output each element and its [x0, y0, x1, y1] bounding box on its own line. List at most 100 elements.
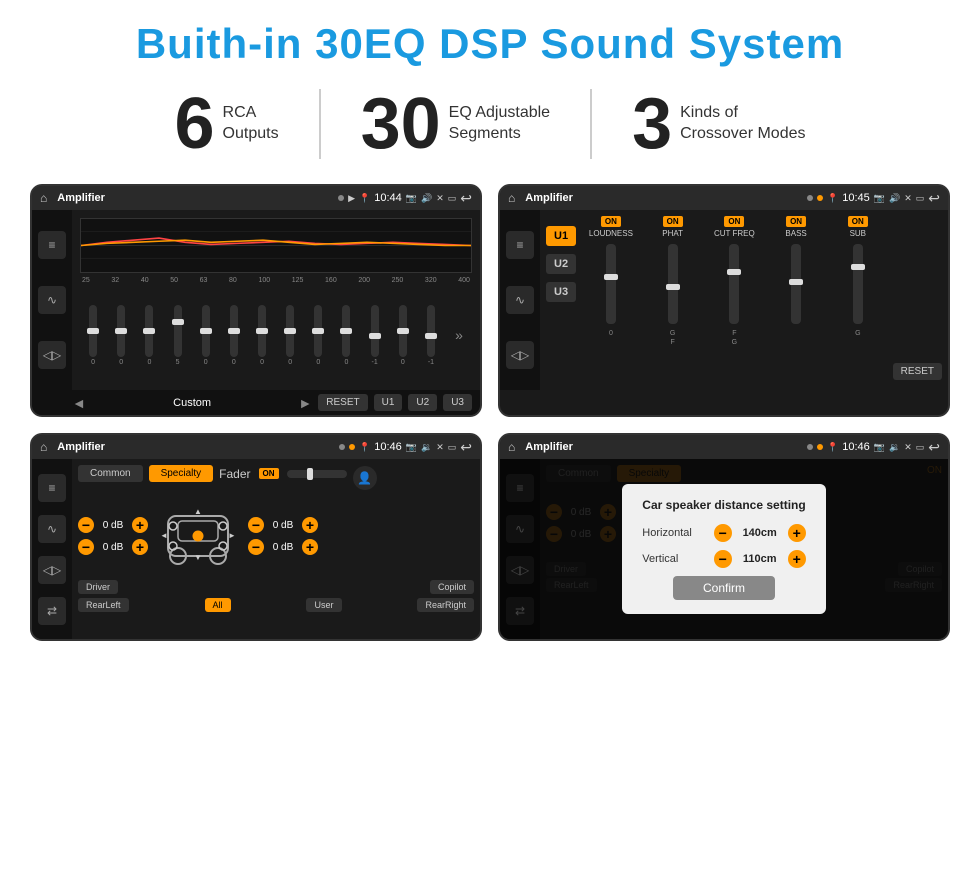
- home-icon-2[interactable]: ⌂: [508, 191, 515, 205]
- play-btn[interactable]: ►: [298, 395, 312, 411]
- speaker-icon-2[interactable]: ◁▷: [506, 341, 534, 369]
- settings-icon-3[interactable]: 👤: [353, 466, 377, 490]
- preset-label: Custom: [92, 397, 293, 409]
- eq-slider-4: 0: [202, 305, 210, 366]
- db-plus-fr[interactable]: +: [302, 517, 318, 533]
- user-btn[interactable]: User: [306, 598, 341, 612]
- fader-on-badge: ON: [259, 468, 279, 479]
- stat-label-eq-1: EQ Adjustable: [449, 103, 550, 124]
- status-time-3: 10:46: [374, 441, 402, 453]
- eq-tune-icon[interactable]: ≡: [38, 231, 66, 259]
- app-name-4: Amplifier: [521, 441, 801, 453]
- status-time-2: 10:45: [842, 192, 870, 204]
- u1-crossover-btn[interactable]: U1: [546, 226, 576, 246]
- crossover-channels: ON LOUDNESS 0 ON PHAT G F: [582, 216, 887, 384]
- status-dot-orange-4: [817, 444, 823, 450]
- vertical-plus-btn[interactable]: +: [788, 550, 806, 568]
- db-minus-rr[interactable]: −: [248, 539, 264, 555]
- x-icon-2: ✕: [904, 193, 912, 204]
- u2-btn[interactable]: U2: [408, 394, 437, 411]
- home-icon-4[interactable]: ⌂: [508, 440, 515, 454]
- home-icon-3[interactable]: ⌂: [40, 440, 47, 454]
- channel-phat: ON PHAT G F: [644, 216, 702, 384]
- u3-crossover-btn[interactable]: U3: [546, 282, 576, 302]
- tab-common-3[interactable]: Common: [78, 465, 143, 482]
- page-wrapper: Buith-in 30EQ DSP Sound System 6 RCA Out…: [0, 0, 980, 661]
- driver-btn[interactable]: Driver: [78, 580, 118, 594]
- u1-btn[interactable]: U1: [374, 394, 403, 411]
- speaker-icon-3[interactable]: ◁▷: [38, 556, 66, 584]
- screen-eq: ⌂ Amplifier ▶ 📍 10:44 📷 🔊 ✕ ▭ ↩ ≡ ∿: [30, 184, 482, 417]
- channel-cutfreq: ON CUT FREQ F G: [706, 216, 764, 384]
- stat-label-crossover-2: Crossover Modes: [680, 124, 805, 145]
- eq-slider-10: -1: [371, 305, 379, 366]
- wave-icon-3[interactable]: ∿: [38, 515, 66, 543]
- home-icon-1[interactable]: ⌂: [40, 191, 47, 205]
- screen-fader: ⌂ Amplifier 📍 10:46 📷 🔉 ✕ ▭ ↩ ≡ ∿: [30, 433, 482, 641]
- adjust-icon-3[interactable]: ⇄: [38, 597, 66, 625]
- vertical-minus-btn[interactable]: −: [714, 550, 732, 568]
- screen4-body: ≡ ∿ ◁▷ ⇄ Common Specialty ON −0 dB+ −0 d…: [500, 459, 948, 639]
- status-dot-orange-2: [817, 195, 823, 201]
- vol-icon-1: 🔊: [421, 193, 432, 204]
- pin-icon-1: 📍: [359, 193, 370, 204]
- db-minus-fl[interactable]: −: [78, 517, 94, 533]
- rearright-btn[interactable]: RearRight: [417, 598, 474, 612]
- db-plus-rl[interactable]: +: [132, 539, 148, 555]
- bottom-labels-3: Driver Copilot: [78, 580, 474, 594]
- status-dot-orange-3: [349, 444, 355, 450]
- back-icon-4[interactable]: ↩: [928, 439, 940, 456]
- u3-btn[interactable]: U3: [443, 394, 472, 411]
- reset-btn[interactable]: RESET: [318, 394, 367, 411]
- eq-tune-icon-2[interactable]: ≡: [506, 231, 534, 259]
- tab-specialty-3[interactable]: Specialty: [149, 465, 214, 482]
- vol-icon-3: 🔉: [421, 442, 432, 453]
- screen2-body: ≡ ∿ ◁▷ U1 U2 U3 ON LOUDNESS: [500, 210, 948, 390]
- camera-icon-2: 📷: [874, 193, 885, 204]
- stat-label-eq-2: Segments: [449, 124, 550, 145]
- back-icon-3[interactable]: ↩: [460, 439, 472, 456]
- status-time-1: 10:44: [374, 192, 402, 204]
- stats-row: 6 RCA Outputs 30 EQ Adjustable Segments …: [30, 88, 950, 160]
- all-btn[interactable]: All: [205, 598, 231, 612]
- rect-icon-1: ▭: [448, 193, 457, 204]
- svg-text:◄: ◄: [160, 531, 168, 540]
- horizontal-label: Horizontal: [642, 527, 705, 539]
- horizontal-plus-btn[interactable]: +: [788, 524, 806, 542]
- u2-crossover-btn[interactable]: U2: [546, 254, 576, 274]
- eq-slider-8: 0: [314, 305, 322, 366]
- prev-btn[interactable]: ◄: [72, 395, 86, 411]
- side-icons-2: ≡ ∿ ◁▷: [500, 210, 540, 390]
- eq-slider-12: -1: [427, 305, 435, 366]
- wave-icon[interactable]: ∿: [38, 286, 66, 314]
- db-plus-fl[interactable]: +: [132, 517, 148, 533]
- screen-crossover: ⌂ Amplifier 📍 10:45 📷 🔊 ✕ ▭ ↩ ≡ ∿: [498, 184, 950, 417]
- crossover-reset-btn[interactable]: RESET: [893, 363, 942, 380]
- stat-label-rca-1: RCA: [223, 103, 279, 124]
- back-icon-1[interactable]: ↩: [460, 190, 472, 207]
- fader-main: Common Specialty Fader ON 👤: [72, 459, 480, 639]
- speaker-icon[interactable]: ◁▷: [38, 341, 66, 369]
- eq-tune-icon-3[interactable]: ≡: [38, 474, 66, 502]
- eq-slider-5: 0: [230, 305, 238, 366]
- copilot-btn[interactable]: Copilot: [430, 580, 474, 594]
- status-dot-1: [338, 195, 344, 201]
- db-plus-rr[interactable]: +: [302, 539, 318, 555]
- db-ctrl-rear-left: − 0 dB +: [78, 539, 148, 555]
- rearleft-btn[interactable]: RearLeft: [78, 598, 129, 612]
- db-minus-fr[interactable]: −: [248, 517, 264, 533]
- status-dot-3: [339, 444, 345, 450]
- horizontal-minus-btn[interactable]: −: [714, 524, 732, 542]
- status-icons-3: 📍 10:46 📷 🔉 ✕ ▭ ↩: [339, 439, 472, 456]
- next-icon[interactable]: »: [455, 327, 463, 343]
- back-icon-2[interactable]: ↩: [928, 190, 940, 207]
- stat-label-crossover-1: Kinds of: [680, 103, 805, 124]
- db-minus-rl[interactable]: −: [78, 539, 94, 555]
- pin-icon-4: 📍: [827, 442, 838, 453]
- confirm-button[interactable]: Confirm: [673, 576, 775, 600]
- wave-icon-2[interactable]: ∿: [506, 286, 534, 314]
- status-time-4: 10:46: [842, 441, 870, 453]
- crossover-reset: RESET: [893, 216, 942, 384]
- fader-slider[interactable]: [287, 470, 347, 478]
- pin-icon-3: 📍: [359, 442, 370, 453]
